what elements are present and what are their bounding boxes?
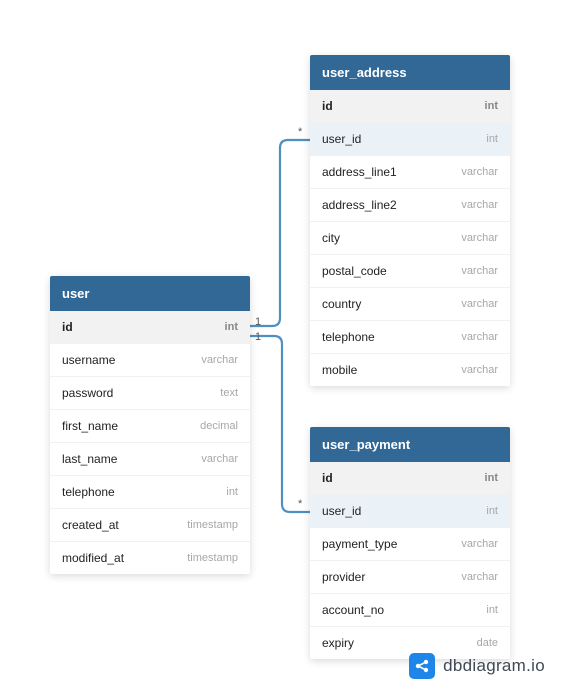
column-type: varchar [461,199,498,211]
column-name: id [322,99,333,113]
relationship-line [250,140,310,326]
footer-logo[interactable]: dbdiagram.io [409,653,545,679]
column-type: varchar [461,571,498,583]
column-name: mobile [322,363,357,377]
cardinality-label: * [298,498,302,510]
column-type: varchar [461,364,498,376]
table-row: password text [50,377,250,410]
column-name: username [62,353,115,367]
column-type: int [486,604,498,616]
column-type: varchar [461,265,498,277]
table-row: city varchar [310,222,510,255]
column-name: payment_type [322,537,397,551]
column-type: int [226,486,238,498]
column-type: int [485,472,498,484]
table-user-payment[interactable]: user_payment id int user_id int payment_… [310,427,510,659]
column-type: varchar [461,538,498,550]
column-type: varchar [201,453,238,465]
cardinality-label: * [298,126,302,138]
table-row: mobile varchar [310,354,510,386]
column-name: account_no [322,603,384,617]
column-type: date [477,637,498,649]
column-name: address_line2 [322,198,397,212]
column-type: timestamp [187,552,238,564]
column-name: telephone [322,330,375,344]
table-row: address_line2 varchar [310,189,510,222]
column-type: text [220,387,238,399]
table-row: created_at timestamp [50,509,250,542]
cardinality-label: 1 [255,331,261,343]
column-name: user_id [322,504,361,518]
column-name: modified_at [62,551,124,565]
table-row: address_line1 varchar [310,156,510,189]
column-name: address_line1 [322,165,397,179]
table-header: user_address [310,55,510,90]
column-type: varchar [461,331,498,343]
column-type: varchar [461,298,498,310]
table-row: id int [310,462,510,495]
table-user-address[interactable]: user_address id int user_id int address_… [310,55,510,386]
table-row: telephone int [50,476,250,509]
table-row: user_id int [310,495,510,528]
column-type: varchar [461,166,498,178]
column-name: first_name [62,419,118,433]
cardinality-label: 1 [255,316,261,328]
column-name: country [322,297,361,311]
column-type: int [225,321,238,333]
table-row: country varchar [310,288,510,321]
table-user[interactable]: user id int username varchar password te… [50,276,250,574]
column-name: telephone [62,485,115,499]
table-row: id int [310,90,510,123]
column-name: provider [322,570,365,584]
column-type: timestamp [187,519,238,531]
column-name: password [62,386,113,400]
table-row: username varchar [50,344,250,377]
table-row: modified_at timestamp [50,542,250,574]
column-name: id [62,320,73,334]
table-header: user_payment [310,427,510,462]
column-type: int [486,133,498,145]
brand-text: dbdiagram.io [443,656,545,676]
column-name: last_name [62,452,117,466]
table-row: account_no int [310,594,510,627]
column-name: id [322,471,333,485]
column-name: created_at [62,518,119,532]
relationship-line [250,336,310,512]
table-row: payment_type varchar [310,528,510,561]
column-type: decimal [200,420,238,432]
column-name: expiry [322,636,354,650]
column-type: int [486,505,498,517]
column-type: varchar [461,232,498,244]
table-row: last_name varchar [50,443,250,476]
table-row: id int [50,311,250,344]
column-type: int [485,100,498,112]
table-row: postal_code varchar [310,255,510,288]
table-row: provider varchar [310,561,510,594]
table-header: user [50,276,250,311]
column-name: postal_code [322,264,387,278]
table-row: user_id int [310,123,510,156]
column-type: varchar [201,354,238,366]
column-name: city [322,231,340,245]
share-icon [409,653,435,679]
column-name: user_id [322,132,361,146]
table-row: first_name decimal [50,410,250,443]
table-row: telephone varchar [310,321,510,354]
